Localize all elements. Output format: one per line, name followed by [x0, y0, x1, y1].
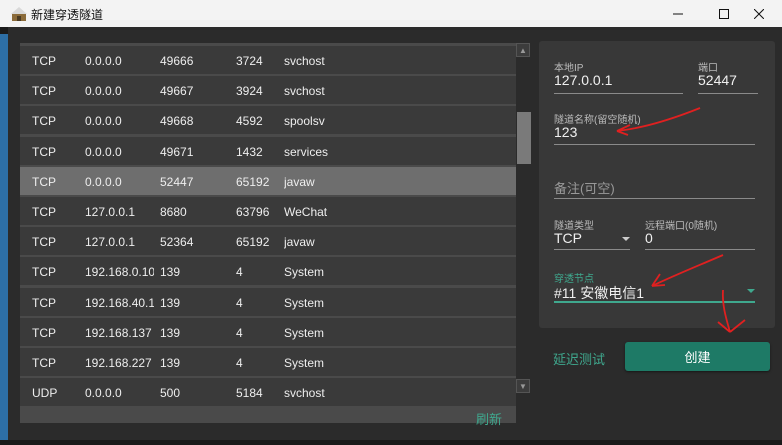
annotation-arrow-name	[616, 107, 701, 132]
annotation-arrow-create	[721, 289, 731, 333]
annotation-arrowhead-create	[717, 319, 746, 333]
annotation-arrow-node	[651, 254, 724, 287]
new-tunnel-dialog: 新建穿透隧道 TCP 0.0.0.0 49666 3724 svchost TCP 0.0.…	[0, 0, 782, 445]
annotation-overlay	[616, 107, 746, 333]
taskbar-edge	[0, 440, 782, 445]
